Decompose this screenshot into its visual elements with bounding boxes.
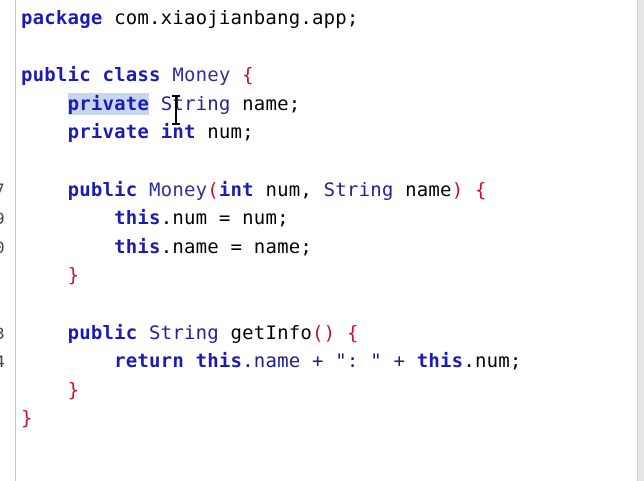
code-line-field-name[interactable]: private String name; xyxy=(21,90,522,119)
code-line-assign-num[interactable]: this.num = num; xyxy=(21,204,522,233)
line-number: 0 xyxy=(0,234,7,263)
field-name: name; xyxy=(230,92,301,115)
code-line-class-decl[interactable]: public class Money { xyxy=(21,61,522,90)
return-end: .num; xyxy=(463,350,522,373)
code-line-blank[interactable] xyxy=(21,290,522,319)
close-brace: } xyxy=(67,264,80,287)
code-line-package[interactable]: package com.xiaojianbang.app; xyxy=(21,4,522,33)
open-paren: ( xyxy=(207,178,219,201)
param-num: num, xyxy=(253,178,324,201)
param-name: name xyxy=(393,178,452,201)
keyword-this: this xyxy=(195,350,243,373)
class-name: Money xyxy=(172,64,231,87)
code-line-return[interactable]: return this.name + ": " + this.num; xyxy=(21,347,522,376)
keyword-this: this xyxy=(416,350,464,373)
code-line-close-method[interactable]: } xyxy=(21,376,522,405)
code-line-constructor[interactable]: public Money(int num, String name) { xyxy=(21,176,522,205)
package-name: com.xiaojianbang.app; xyxy=(102,7,359,29)
line-number: 4 xyxy=(0,348,7,377)
keyword-public: public xyxy=(21,64,91,87)
open-brace: { xyxy=(242,64,254,87)
line-number: 7 xyxy=(0,176,7,205)
source-code[interactable]: package com.xiaojianbang.app; public cla… xyxy=(21,4,522,433)
close-brace: } xyxy=(67,378,80,401)
line-number: 3 xyxy=(0,320,7,349)
keyword-class: class xyxy=(102,64,161,87)
keyword-public: public xyxy=(67,178,138,201)
open-brace: { xyxy=(346,321,359,344)
type-int: int xyxy=(218,178,254,201)
close-paren: ) xyxy=(451,178,464,201)
keyword-private: private xyxy=(67,121,150,144)
keyword-return: return xyxy=(114,350,184,373)
constructor-name: Money xyxy=(149,178,208,201)
method-name: getInfo xyxy=(218,321,313,344)
code-line-method-decl[interactable]: public String getInfo() { xyxy=(21,319,522,348)
assignment-num: .num = num; xyxy=(160,207,289,230)
assignment-name: .name = name; xyxy=(160,235,312,258)
keyword-private-selected: private xyxy=(67,92,150,115)
type-string: String xyxy=(149,321,219,344)
keyword-public: public xyxy=(67,321,138,344)
keyword-this: this xyxy=(114,235,161,258)
code-line-assign-name[interactable]: this.name = name; xyxy=(21,233,522,262)
code-line-close-class[interactable]: } xyxy=(21,404,522,433)
close-brace: } xyxy=(21,407,33,430)
code-line-blank[interactable] xyxy=(21,33,522,62)
return-expression: .name + ": " + xyxy=(242,350,417,373)
code-line-field-num[interactable]: private int num; xyxy=(21,118,522,147)
field-num: num; xyxy=(195,121,254,144)
open-brace: { xyxy=(474,178,487,201)
scrollbar-edge[interactable] xyxy=(637,0,644,481)
code-line-close-ctor[interactable]: } xyxy=(21,261,522,290)
type-string: String xyxy=(323,178,394,201)
keyword-this: this xyxy=(114,207,161,230)
keyword-package: package xyxy=(21,7,103,29)
line-number-gutter: 7 9 0 3 4 xyxy=(0,0,15,481)
text-cursor-icon xyxy=(172,95,180,125)
code-line-blank[interactable] xyxy=(21,147,522,176)
code-editor[interactable]: package com.xiaojianbang.app; public cla… xyxy=(16,0,644,481)
method-parens: () xyxy=(312,321,336,344)
line-number: 9 xyxy=(0,205,7,234)
